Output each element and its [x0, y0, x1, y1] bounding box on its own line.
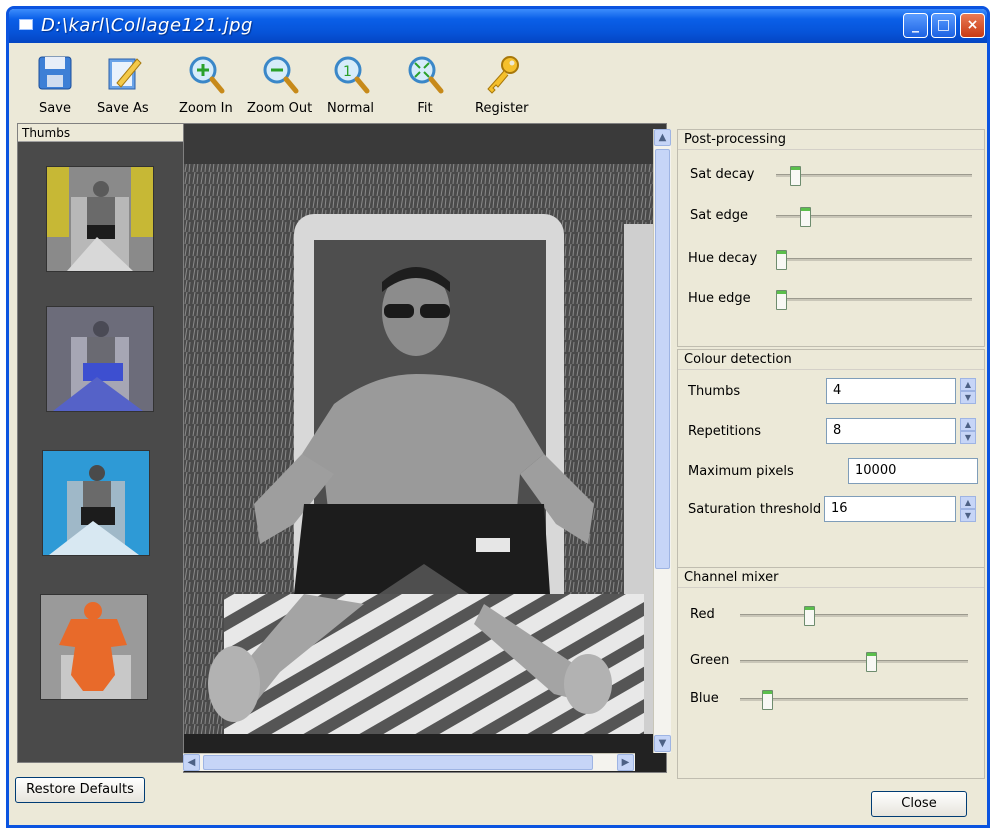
- zoom-in-icon: [189, 56, 225, 94]
- channel-mixer-group: Channel mixer Red Green Blue: [677, 567, 985, 779]
- scroll-left-arrow[interactable]: ◀: [183, 754, 200, 771]
- maximum-pixels-input[interactable]: 10000: [848, 458, 978, 484]
- maximize-button[interactable]: □: [931, 13, 956, 38]
- green-slider[interactable]: Green: [684, 648, 980, 676]
- hue-decay-slider[interactable]: Hue decay: [684, 246, 980, 274]
- maximum-pixels-field-row: Maximum pixels 10000: [684, 458, 980, 488]
- floppy-disk-icon: [38, 56, 72, 90]
- horizontal-scrollbar[interactable]: ◀ ▶: [183, 753, 635, 771]
- red-slider[interactable]: Red: [684, 602, 980, 630]
- image-view[interactable]: [183, 123, 667, 773]
- key-icon: [487, 56, 519, 94]
- zoom-normal-icon: 1: [334, 56, 370, 94]
- channel-mixer-title: Channel mixer: [678, 568, 984, 588]
- slider-handle[interactable]: [804, 606, 815, 626]
- restore-defaults-button[interactable]: Restore Defaults: [15, 777, 145, 803]
- thumbnail-2[interactable]: [46, 306, 154, 412]
- slider-handle[interactable]: [762, 690, 773, 710]
- saturation-threshold-spinner[interactable]: ▲ ▼: [960, 496, 976, 522]
- saturation-threshold-input[interactable]: 16: [824, 496, 956, 522]
- thumbnail-1[interactable]: [46, 166, 154, 272]
- saturation-threshold-field-row: Saturation threshold 16 ▲ ▼: [684, 496, 980, 526]
- slider-track: [776, 298, 972, 301]
- vertical-scrollbar[interactable]: ▲ ▼: [653, 129, 671, 753]
- edit-document-icon: [108, 58, 142, 90]
- slider-handle[interactable]: [776, 250, 787, 270]
- thumbs-input[interactable]: 4: [826, 378, 956, 404]
- hue-edge-slider[interactable]: Hue edge: [684, 286, 980, 314]
- vertical-scroll-thumb[interactable]: [655, 149, 670, 569]
- scroll-right-arrow[interactable]: ▶: [617, 754, 634, 771]
- spin-up-arrow[interactable]: ▲: [960, 418, 976, 431]
- title-bar[interactable]: D:\karl\Collage121.jpg _ □ ×: [9, 9, 987, 43]
- svg-text:1: 1: [343, 64, 352, 80]
- slider-track: [740, 660, 968, 663]
- toolbar: Save Save As Zoom In Zoom Out 1 Normal F…: [9, 43, 987, 125]
- spin-down-arrow[interactable]: ▼: [960, 391, 976, 404]
- thumbs-panel: Thumbs: [17, 123, 187, 763]
- sat-decay-slider[interactable]: Sat decay: [684, 162, 980, 190]
- window-title: D:\karl\Collage121.jpg: [41, 15, 253, 36]
- close-button[interactable]: Close: [871, 791, 967, 817]
- post-processing-title: Post-processing: [678, 130, 984, 150]
- slider-track: [740, 698, 968, 701]
- thumbnail-4[interactable]: [40, 594, 148, 700]
- post-processing-group: Post-processing Sat decay Sat edge Hue d…: [677, 129, 985, 347]
- slider-track: [776, 174, 972, 177]
- slider-track: [776, 258, 972, 261]
- colour-detection-group: Colour detection Thumbs 4 ▲ ▼ Repetition…: [677, 349, 985, 571]
- zoom-fit-button[interactable]: Fit: [405, 53, 445, 116]
- scroll-down-arrow[interactable]: ▼: [654, 735, 671, 752]
- register-button[interactable]: Register: [475, 53, 529, 116]
- thumbnail-3[interactable]: [42, 450, 150, 556]
- slider-handle[interactable]: [800, 207, 811, 227]
- colour-detection-title: Colour detection: [678, 350, 984, 370]
- scroll-up-arrow[interactable]: ▲: [654, 129, 671, 146]
- repetitions-spinner[interactable]: ▲ ▼: [960, 418, 976, 444]
- sat-edge-slider[interactable]: Sat edge: [684, 203, 980, 231]
- thumbs-header: Thumbs: [18, 124, 186, 142]
- save-button[interactable]: Save: [35, 53, 75, 116]
- thumbs-spinner[interactable]: ▲ ▼: [960, 378, 976, 404]
- app-icon: [19, 19, 33, 30]
- repetitions-input[interactable]: 8: [826, 418, 956, 444]
- spin-up-arrow[interactable]: ▲: [960, 496, 976, 509]
- zoom-normal-button[interactable]: 1 Normal: [327, 53, 374, 116]
- slider-handle[interactable]: [790, 166, 801, 186]
- spin-down-arrow[interactable]: ▼: [960, 509, 976, 522]
- zoom-fit-icon: [408, 56, 444, 94]
- app-window: D:\karl\Collage121.jpg _ □ × Save Save A…: [6, 6, 990, 828]
- repetitions-field-row: Repetitions 8 ▲ ▼: [684, 418, 980, 448]
- zoom-in-button[interactable]: Zoom In: [179, 53, 233, 116]
- minimize-button[interactable]: _: [903, 13, 928, 38]
- photo-canvas: [184, 124, 666, 772]
- thumbs-field-row: Thumbs 4 ▲ ▼: [684, 378, 980, 408]
- zoom-out-button[interactable]: Zoom Out: [247, 53, 312, 116]
- spin-down-arrow[interactable]: ▼: [960, 431, 976, 444]
- spin-up-arrow[interactable]: ▲: [960, 378, 976, 391]
- zoom-out-icon: [263, 56, 299, 94]
- slider-handle[interactable]: [866, 652, 877, 672]
- horizontal-scroll-thumb[interactable]: [203, 755, 593, 770]
- close-window-button[interactable]: ×: [960, 13, 985, 38]
- save-as-button[interactable]: Save As: [97, 53, 149, 116]
- blue-slider[interactable]: Blue: [684, 686, 980, 714]
- slider-track: [740, 614, 968, 617]
- slider-handle[interactable]: [776, 290, 787, 310]
